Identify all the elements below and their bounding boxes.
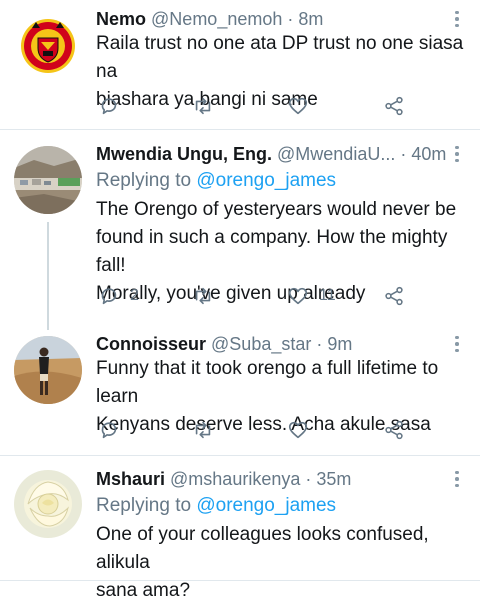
tweet-header: Nemo @Nemo_nemoh · 8m [96,7,446,31]
retweet-button[interactable] [192,419,214,441]
tweet-header: Mwendia Ungu, Eng. @MwendiaU... · 40m [96,142,446,166]
separator-dot: · [287,9,294,29]
display-name[interactable]: Mwendia Ungu, Eng. [96,144,272,164]
tweet-text: One of your colleagues looks confused, a… [96,521,472,605]
tweet-text-line: Raila trust no one ata DP trust no one s… [96,33,464,82]
tweet-header: Connoisseur @Suba_star · 9m [96,332,446,356]
club-crest-icon [14,12,82,80]
tweet-4[interactable]: Mshauri @mshaurikenya · 35m Replying to … [0,456,480,601]
like-button[interactable]: 11 [287,285,336,307]
replying-to-label: Replying to [96,170,192,191]
separator-dot: · [316,334,323,354]
replying-to-handle[interactable]: @orengo_james [196,495,336,516]
tweet-actions [96,419,416,441]
share-icon [385,420,403,440]
avatar[interactable] [14,146,82,214]
timestamp[interactable]: 40m [411,144,446,164]
reply-button[interactable]: 2 [98,285,139,307]
tweet-2[interactable]: Mwendia Ungu, Eng. @MwendiaU... · 40m Re… [0,130,480,322]
separator-dot: · [400,144,407,164]
tweet-text-line: found in such a company. How the mighty … [96,227,448,276]
share-button[interactable] [383,95,405,117]
timestamp[interactable]: 35m [316,469,351,489]
heart-icon [288,287,308,305]
share-button[interactable] [383,419,405,441]
user-handle[interactable]: @Suba_star [211,334,311,354]
tweet-header: Mshauri @mshaurikenya · 35m [96,467,446,491]
heart-icon [288,97,308,115]
like-button[interactable] [287,419,319,441]
share-icon [385,96,403,116]
reply-icon [101,422,117,439]
reply-icon [101,98,117,115]
landscape-avatar-icon [14,146,82,214]
tweet-text-line: sana ama? [96,580,191,601]
rose-avatar-icon [14,470,82,538]
replying-to: Replying to @orengo_james [96,493,336,519]
tweet-3[interactable]: Connoisseur @Suba_star · 9m Funny that i… [0,322,480,454]
like-button[interactable] [287,95,319,117]
tweet-text-line: The Orengo of yesteryears would never be [96,199,457,220]
display-name[interactable]: Connoisseur [96,334,206,354]
tweet-1[interactable]: Nemo @Nemo_nemoh · 8m Raila trust no one… [0,0,480,129]
more-options-icon[interactable] [450,7,464,31]
retweet-button[interactable] [192,285,214,307]
more-options-icon[interactable] [450,467,464,491]
share-button[interactable] [383,285,405,307]
retweet-icon [195,421,211,439]
timestamp[interactable]: 8m [298,9,323,29]
tweet-text-line: One of your colleagues looks confused, a… [96,524,429,573]
tweet-actions [96,95,416,117]
person-avatar-icon [14,336,82,404]
tweet-text-line: Funny that it took orengo a full lifetim… [96,358,439,407]
avatar[interactable] [14,336,82,404]
separator-dot: · [305,469,312,489]
replying-to-handle[interactable]: @orengo_james [196,170,336,191]
reply-icon [101,288,117,305]
replying-to: Replying to @orengo_james [96,168,336,194]
user-handle[interactable]: @mshaurikenya [170,469,300,489]
retweet-button[interactable] [192,95,214,117]
user-handle[interactable]: @Nemo_nemoh [151,9,282,29]
timestamp[interactable]: 9m [327,334,352,354]
reply-count: 2 [130,287,139,304]
reply-button[interactable] [98,95,130,117]
tweet-actions: 2 11 [96,285,416,307]
retweet-icon [195,287,211,305]
like-count: 11 [319,287,336,304]
avatar[interactable] [14,470,82,538]
more-options-icon[interactable] [450,142,464,166]
reply-button[interactable] [98,419,130,441]
user-handle[interactable]: @MwendiaU... [277,144,395,164]
display-name[interactable]: Nemo [96,9,146,29]
display-name[interactable]: Mshauri [96,469,165,489]
more-options-icon[interactable] [450,332,464,356]
heart-icon [288,421,308,439]
avatar[interactable] [14,12,82,80]
share-icon [385,286,403,306]
tweet-divider [0,580,480,581]
retweet-icon [195,97,211,115]
replying-to-label: Replying to [96,495,192,516]
